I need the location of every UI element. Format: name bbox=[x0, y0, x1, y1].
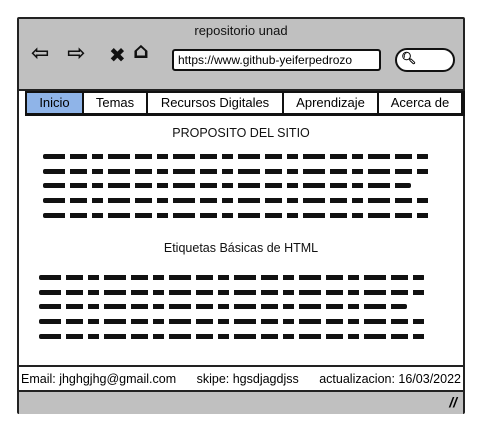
section-title-etiquetas: Etiquetas Básicas de HTML bbox=[163, 241, 319, 255]
browser-window: repositorio unad ⇦ ⇨ ✖ ⌂ https://www.git… bbox=[17, 17, 465, 414]
url-field[interactable]: https://www.github-yeiferpedrozo bbox=[172, 49, 381, 71]
text-line bbox=[39, 290, 427, 295]
text-line bbox=[39, 319, 429, 324]
tab-temas[interactable]: Temas bbox=[84, 93, 148, 113]
tab-inicio[interactable]: Inicio bbox=[27, 93, 84, 113]
home-icon[interactable]: ⌂ bbox=[133, 39, 149, 64]
back-arrow-icon[interactable]: ⇦ bbox=[31, 41, 49, 66]
forward-arrow-icon[interactable]: ⇨ bbox=[67, 41, 85, 66]
resize-grip-icon[interactable]: // bbox=[449, 394, 457, 410]
close-icon[interactable]: ✖ bbox=[109, 43, 126, 67]
text-line bbox=[39, 275, 425, 280]
footer-updated: actualizacion: 16/03/2022 bbox=[319, 372, 461, 386]
footer-email: Email: jhghgjhg@gmail.com bbox=[21, 372, 177, 386]
text-line bbox=[39, 304, 407, 309]
tab-aprendizaje[interactable]: Aprendizaje bbox=[284, 93, 379, 113]
tab-recursos-digitales[interactable]: Recursos Digitales bbox=[148, 93, 284, 113]
tab-acerca-de[interactable]: Acerca de bbox=[379, 93, 461, 113]
text-line bbox=[43, 183, 411, 188]
text-line bbox=[43, 169, 431, 174]
text-line bbox=[39, 334, 427, 339]
text-line bbox=[43, 198, 433, 203]
text-line bbox=[43, 213, 433, 218]
section-title-proposito: PROPOSITO DEL SITIO bbox=[172, 126, 310, 140]
search-input[interactable]: 🔍︎ bbox=[395, 48, 455, 72]
status-bar: // bbox=[19, 390, 463, 414]
window-title: repositorio unad bbox=[194, 23, 288, 38]
browser-toolbar: repositorio unad ⇦ ⇨ ✖ ⌂ https://www.git… bbox=[19, 19, 463, 91]
search-icon: 🔍︎ bbox=[401, 51, 417, 65]
footer: Email: jhghgjhg@gmail.com skipe: hgsdjag… bbox=[19, 365, 463, 391]
footer-skype: skipe: hgsdjagdjss bbox=[196, 372, 299, 386]
text-line bbox=[43, 154, 429, 159]
tab-bar: Inicio Temas Recursos Digitales Aprendiz… bbox=[25, 91, 465, 116]
